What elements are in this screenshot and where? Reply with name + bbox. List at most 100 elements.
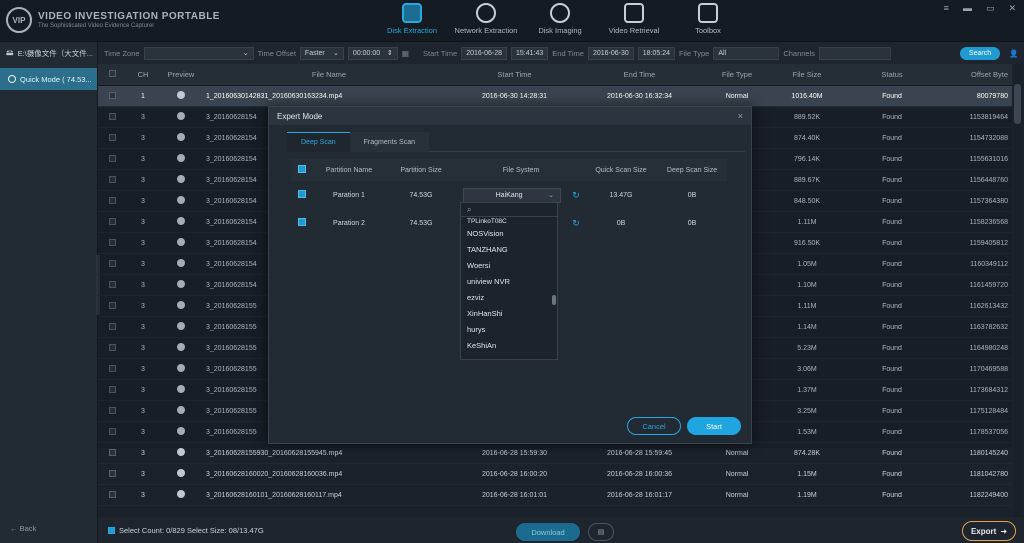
partition-checkbox[interactable] <box>298 218 306 226</box>
channels-select[interactable] <box>819 46 892 60</box>
col-start-time[interactable]: Start Time <box>452 70 577 79</box>
dropdown-search[interactable]: ⌕ <box>461 203 557 217</box>
dropdown-scroll-thumb[interactable] <box>552 295 556 305</box>
dropdown-option[interactable]: hurys <box>461 321 557 337</box>
cell-file-size: 874.28K <box>793 449 821 457</box>
tab-deep-scan[interactable]: Deep Scan <box>287 132 350 152</box>
end-date-input[interactable]: 2016-06-30 <box>587 46 634 60</box>
select-all-partitions-checkbox[interactable] <box>298 165 306 173</box>
col-file-type[interactable]: File Type <box>702 70 772 79</box>
maximize-icon[interactable]: ▭ <box>986 3 995 14</box>
cell-end-time: 2016-06-28 15:59:45 <box>607 449 672 457</box>
col-ch[interactable]: CH <box>126 70 160 79</box>
refresh-icon[interactable]: ↻ <box>567 190 585 201</box>
row-checkbox[interactable] <box>108 469 116 477</box>
cell-offset-byte: 80079780 <box>976 92 1008 100</box>
dropdown-option[interactable]: uniview NVR <box>461 273 557 289</box>
sidebar: 🖴 E:\摄像文件（大文件... Quick Mode ( 74.53... ←… <box>0 42 98 543</box>
select-all-checkbox[interactable] <box>108 70 116 77</box>
dropdown-option[interactable]: ezviz <box>461 289 557 305</box>
sidebar-source-path[interactable]: 🖴 E:\摄像文件（大文件... <box>0 42 97 64</box>
cell-status: Found <box>882 92 902 100</box>
app-subtitle: The Sophisticated Video Evidence Capture… <box>38 23 155 29</box>
cell-file-name: 3_20160628155930_20160628155945.mp4 <box>206 449 343 457</box>
logo-badge: VIP <box>6 7 32 33</box>
col-preview[interactable]: Preview <box>160 70 202 79</box>
play-icon[interactable] <box>177 469 185 477</box>
close-icon[interactable]: × <box>738 111 743 121</box>
file-type-label: File Type <box>679 48 710 58</box>
arrow-right-icon: ➜ <box>1000 526 1008 536</box>
file-system-select[interactable]: HaiKang ⌄ <box>463 187 561 203</box>
scrollbar-thumb[interactable] <box>1014 84 1021 124</box>
cell-file-type: Normal <box>725 491 749 499</box>
menu-icon[interactable]: ≡ <box>944 3 949 14</box>
sidebar-item-quick-mode[interactable]: Quick Mode ( 74.53... <box>0 68 97 90</box>
play-icon[interactable] <box>177 91 185 99</box>
tab-fragments-scan[interactable]: Fragments Scan <box>349 132 429 152</box>
dropdown-option[interactable]: TANZHANG <box>461 241 557 257</box>
cell-end-time: 2016-06-28 16:00:36 <box>607 470 672 478</box>
play-icon[interactable] <box>177 490 185 498</box>
table-row[interactable]: 3 3_20160628160020_20160628160036.mp4 2016… <box>98 464 1012 485</box>
time-offset-select[interactable]: Faster ⌄ <box>299 46 344 60</box>
nav-disk-extraction[interactable]: Disk Extraction <box>375 0 449 42</box>
cell-end-time: 2016-06-30 16:32:34 <box>607 92 672 100</box>
dropdown-option[interactable]: Woersi <box>461 257 557 273</box>
cancel-button[interactable]: Cancel <box>627 417 681 435</box>
minimize-icon[interactable]: ▬ <box>963 3 972 14</box>
back-button[interactable]: ← Back <box>10 524 36 533</box>
row-checkbox[interactable] <box>108 91 116 99</box>
col-end-time[interactable]: End Time <box>577 70 702 79</box>
search-button[interactable]: Search <box>960 46 1000 60</box>
nav-disk-imaging[interactable]: Disk Imaging <box>523 0 597 42</box>
refresh-icon[interactable]: ↻ <box>567 218 585 229</box>
table-row[interactable]: 3 3_20160628160101_20160628160117.mp4 2016… <box>98 485 1012 506</box>
col-offset-byte[interactable]: Offset Byte <box>942 70 1012 79</box>
start-date-input[interactable]: 2016-06-28 <box>461 46 508 60</box>
dropdown-option[interactable]: KeShiAn <box>461 337 557 353</box>
cell-start-time: 2016-06-30 14:28:31 <box>482 92 547 100</box>
partition-checkbox[interactable] <box>298 190 306 198</box>
row-checkbox[interactable] <box>108 490 116 498</box>
app-logo: VIP VIDEO INVESTIGATION PORTABLE The Sop… <box>6 7 220 33</box>
offset-time-input[interactable]: 00:00:00 ⇕ <box>347 46 398 60</box>
cell-file-type: Normal <box>725 470 749 478</box>
end-clock-input[interactable]: 18:05:24 <box>637 46 676 60</box>
play-icon[interactable] <box>177 448 185 456</box>
dropdown-option[interactable]: TPLinkoT08C <box>461 217 557 225</box>
col-file-size[interactable]: File Size <box>772 70 842 79</box>
dropdown-option[interactable]: NOSVision <box>461 225 557 241</box>
col-status[interactable]: Status <box>842 70 942 79</box>
nav-toolbox[interactable]: Toolbox <box>671 0 745 42</box>
start-clock-input[interactable]: 15:41:43 <box>511 46 549 60</box>
channels-label: Channels <box>783 48 816 58</box>
footer-checkbox[interactable] <box>108 526 115 534</box>
file-type-select[interactable]: All <box>713 46 780 60</box>
table-row[interactable]: 1 1_20160630142831_20160630163234.mp4 2016… <box>98 86 1012 107</box>
export-button[interactable]: Export ➜ <box>962 521 1016 541</box>
user-icon[interactable]: 👤 <box>1004 49 1024 58</box>
file-system-dropdown: ⌕ TPLinkoT08C NOSVision TANZHANG Woersi univ… <box>460 202 558 360</box>
cell-file-size: 1.19M <box>797 491 817 499</box>
start-time-label: Start Time <box>423 48 458 58</box>
network-icon <box>476 3 496 23</box>
export-list-button[interactable]: ▤ <box>588 523 614 541</box>
dialog-tabs: Deep Scan Fragments Scan <box>287 132 745 152</box>
nav-video-retrieval[interactable]: Video Retrieval <box>597 0 671 42</box>
close-icon[interactable]: ✕ <box>1008 3 1016 14</box>
nav-network-extraction[interactable]: Network Extraction <box>449 0 523 42</box>
stepper-icon: ⇕ <box>387 50 393 57</box>
col-file-name[interactable]: File Name <box>202 70 452 79</box>
search-icon: ⌕ <box>467 204 472 214</box>
table-scrollbar[interactable] <box>1014 64 1021 517</box>
download-button[interactable]: Download <box>516 523 580 541</box>
calendar-icon[interactable]: ▦ <box>402 49 409 58</box>
select-info: Select Count: 0/829 Select Size: 08/13.4… <box>119 525 264 535</box>
dropdown-option[interactable]: XinHanShi <box>461 305 557 321</box>
row-checkbox[interactable] <box>108 448 116 456</box>
start-button[interactable]: Start <box>687 417 741 435</box>
time-zone-select[interactable]: ⌄ <box>143 46 254 60</box>
chevron-down-icon: ⌄ <box>548 192 554 199</box>
cell-status: Found <box>882 491 902 499</box>
